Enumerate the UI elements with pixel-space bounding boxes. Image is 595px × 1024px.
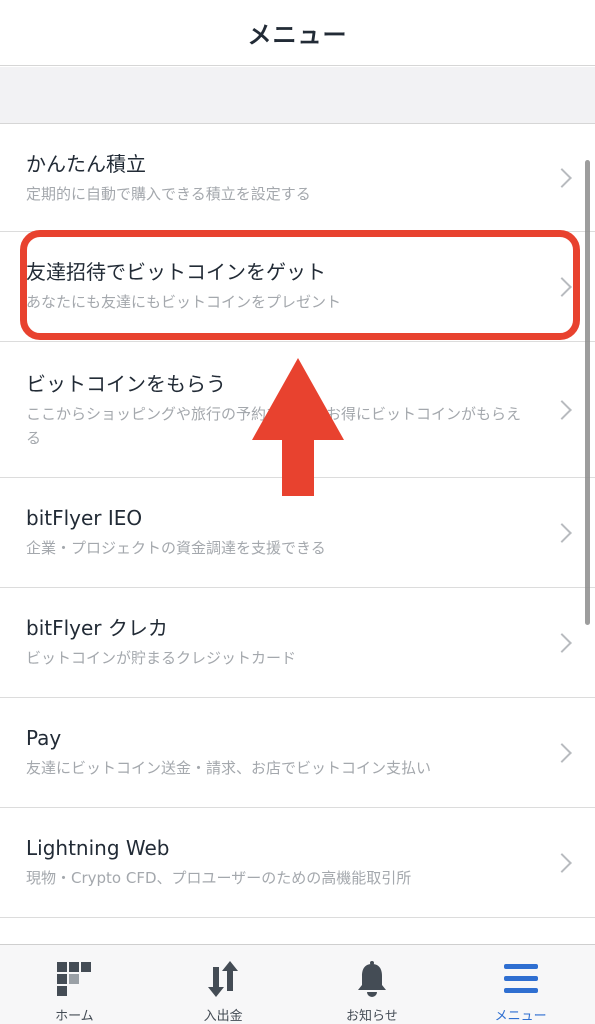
tab-label: お知らせ xyxy=(346,1009,398,1024)
menu-item-title: かんたん積立 xyxy=(26,152,146,176)
menu-item-desc: 友達にビットコイン送金・請求、お店でビットコイン支払い xyxy=(26,759,432,777)
nav-header: メニュー xyxy=(0,0,595,66)
chevron-right-icon xyxy=(552,399,572,420)
menu-list: かんたん積立 定期的に自動で購入できる積立を設定する 友達招待でビットコインをゲ… xyxy=(0,124,595,918)
menu-item-desc: 現物・Crypto CFD、プロユーザーのための高機能取引所 xyxy=(26,869,412,887)
menu-item-title: 友達招待でビットコインをゲット xyxy=(26,260,326,284)
home-grid-icon xyxy=(54,959,94,999)
menu-item-title: Pay xyxy=(26,726,62,750)
transfer-arrows-icon xyxy=(203,959,243,999)
tab-menu[interactable]: メニュー xyxy=(446,945,595,1024)
scrollbar[interactable] xyxy=(585,160,590,625)
page-title: メニュー xyxy=(247,21,348,49)
menu-item-desc: 定期的に自動で購入できる積立を設定する xyxy=(26,185,311,203)
tab-bar: ホーム 入出金 お知らせ メニュー xyxy=(0,944,595,1024)
chevron-right-icon xyxy=(552,522,572,543)
tab-label: ホーム xyxy=(55,1009,94,1024)
menu-item-title: Lightning Web xyxy=(26,836,170,860)
menu-item-bitflyer-credit-card[interactable]: bitFlyer クレカ ビットコインが貯まるクレジットカード xyxy=(0,588,595,698)
tab-notifications[interactable]: お知らせ xyxy=(298,945,447,1024)
arrow-up-annotation-icon xyxy=(252,358,344,496)
tab-label: メニュー xyxy=(494,1009,547,1024)
tab-home[interactable]: ホーム xyxy=(0,945,149,1024)
menu-item-title: bitFlyer クレカ xyxy=(26,616,168,640)
menu-item-desc: ビットコインが貯まるクレジットカード xyxy=(26,649,297,667)
chevron-right-icon xyxy=(552,167,572,188)
menu-item-desc: あなたにも友達にもビットコインをプレゼント xyxy=(26,293,342,311)
bell-icon xyxy=(352,959,392,999)
menu-item-desc: 企業・プロジェクトの資金調達を支援できる xyxy=(26,539,326,557)
chevron-right-icon xyxy=(552,632,572,653)
tab-label: 入出金 xyxy=(203,1009,243,1024)
chevron-right-icon xyxy=(552,852,572,873)
section-spacer xyxy=(0,67,595,124)
menu-item-invite-friends[interactable]: 友達招待でビットコインをゲット あなたにも友達にもビットコインをプレゼント xyxy=(0,232,595,342)
menu-item-pay[interactable]: Pay 友達にビットコイン送金・請求、お店でビットコイン支払い xyxy=(0,698,595,808)
hamburger-menu-icon xyxy=(501,959,541,999)
tab-deposit-withdraw[interactable]: 入出金 xyxy=(149,945,298,1024)
chevron-right-icon xyxy=(552,276,572,297)
chevron-right-icon xyxy=(552,742,572,763)
menu-item-title: bitFlyer IEO xyxy=(26,506,143,530)
menu-item-kantan-tsumitate[interactable]: かんたん積立 定期的に自動で購入できる積立を設定する xyxy=(0,124,595,232)
menu-item-lightning-web[interactable]: Lightning Web 現物・Crypto CFD、プロユーザーのための高機… xyxy=(0,808,595,918)
